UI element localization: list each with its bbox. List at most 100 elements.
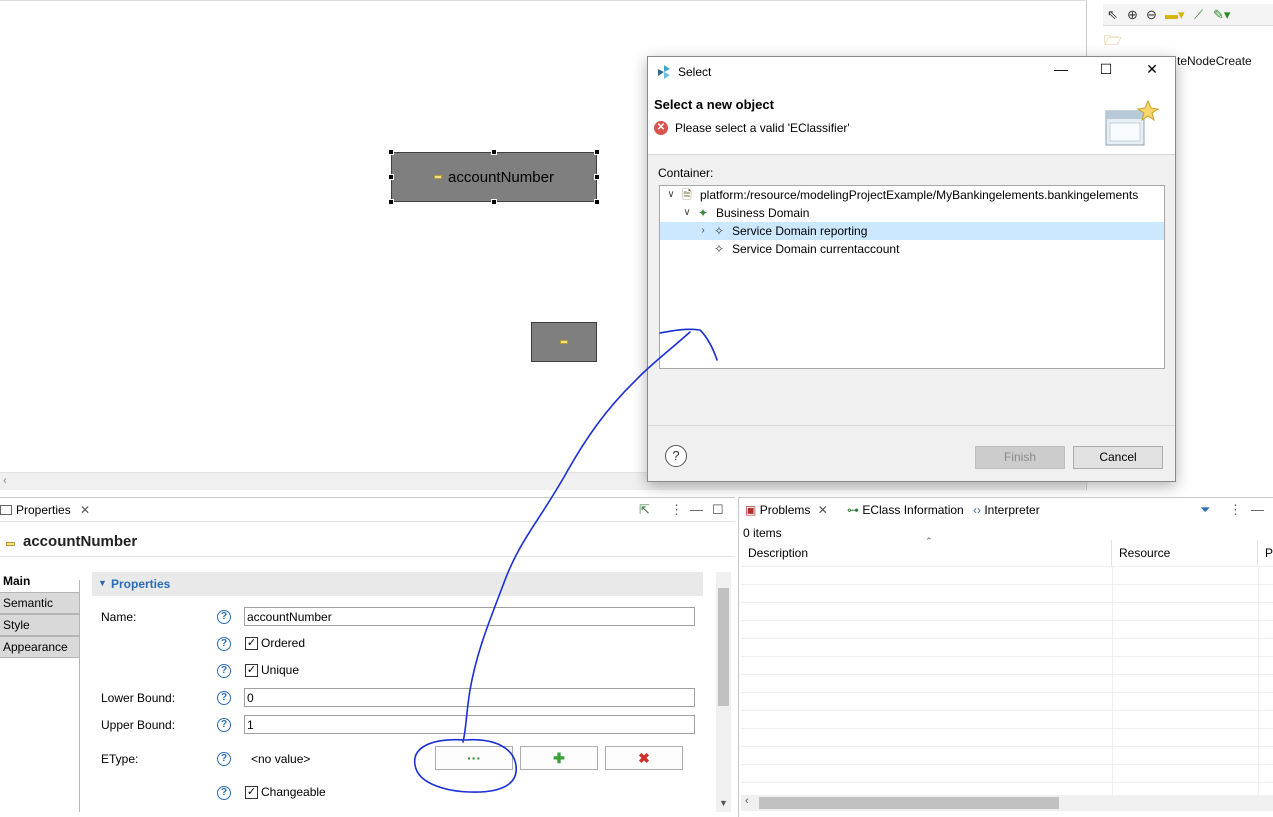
tab-semantic[interactable]: Semantic [0, 592, 80, 614]
scrollbar-thumb[interactable] [718, 588, 729, 706]
chevron-down-icon[interactable]: ∨ [665, 186, 677, 204]
collapse-icon[interactable]: ▼ [98, 578, 107, 588]
tab-problems[interactable]: ▣ Problems ✕ [745, 503, 828, 517]
remove-button[interactable]: ✖ [605, 746, 683, 770]
upper-bound-field[interactable] [244, 715, 695, 734]
resize-handle-w[interactable] [388, 174, 394, 180]
zoom-in-icon[interactable]: ⊕ [1127, 7, 1138, 23]
finish-button[interactable]: Finish [975, 446, 1065, 469]
connection-icon[interactable]: ⟋ [1194, 7, 1203, 23]
close-tab-icon[interactable]: ✕ [818, 503, 828, 517]
help-icon[interactable]: ? [665, 445, 687, 467]
add-button[interactable]: ✚ [520, 746, 598, 770]
maximize-view-icon[interactable]: ☐ [712, 502, 724, 518]
resource-file-icon: 🗎 [682, 188, 692, 202]
column-divider [1112, 566, 1113, 796]
close-tab-icon[interactable]: ✕ [80, 503, 90, 517]
column-resource[interactable]: Resource [1112, 540, 1258, 566]
etype-value: <no value> [251, 752, 311, 766]
tree-item-service-domain-reporting[interactable]: › ✧ Service Domain reporting [660, 222, 1164, 240]
ordered-checkbox[interactable]: ✓ [245, 637, 258, 650]
section-header[interactable]: ▼ Properties [92, 572, 703, 596]
problems-table[interactable]: Description ⌃ Resource Pa [741, 536, 1273, 796]
problems-view: ▣ Problems ✕ ⊶ EClass Information ‹› Int… [738, 497, 1273, 817]
minimize-view-icon[interactable]: — [1251, 502, 1264, 517]
changeable-checkbox[interactable]: ✓ [245, 786, 258, 799]
table-row [741, 782, 1273, 783]
error-icon: ✕ [654, 121, 668, 135]
view-menu-icon[interactable]: ⋮ [1229, 502, 1242, 518]
help-icon[interactable]: ? [217, 786, 231, 800]
table-row [741, 674, 1273, 675]
table-row [741, 746, 1273, 747]
palette-toolbar: ⇖ ⊕ ⊖ ▬▾ ⟋ ✎▾ [1103, 4, 1273, 26]
chevron-down-icon[interactable]: ∨ [681, 204, 693, 222]
chevron-right-icon[interactable]: › [697, 222, 709, 240]
divider [79, 580, 80, 812]
tree-item-service-domain-currentaccount[interactable]: ✧ Service Domain currentaccount [660, 240, 1164, 258]
resize-handle-ne[interactable] [594, 149, 600, 155]
cancel-button[interactable]: Cancel [1073, 446, 1163, 469]
properties-vertical-scrollbar[interactable]: ▼ [716, 572, 731, 812]
minimize-button[interactable]: — [1044, 61, 1078, 83]
view-menu-icon[interactable]: ⋮ [670, 502, 683, 518]
unique-checkbox[interactable]: ✓ [245, 664, 258, 677]
tab-appearance[interactable]: Appearance [0, 636, 80, 658]
help-icon[interactable]: ? [217, 664, 231, 678]
scroll-down-icon[interactable]: ▼ [719, 798, 728, 808]
help-icon[interactable]: ? [217, 691, 231, 705]
select-icon[interactable]: ⇖ [1107, 7, 1118, 23]
folder-icon[interactable]: 🗁 [1104, 30, 1121, 54]
select-dialog: Select — ☐ ✕ Select a new object ✕ Pleas… [647, 56, 1176, 482]
scroll-left-icon[interactable]: ‹ [745, 795, 749, 807]
table-row [741, 764, 1273, 765]
resize-handle-s[interactable] [491, 199, 497, 205]
tree-item-business-domain[interactable]: ∨ ✦ Business Domain [660, 204, 1164, 222]
palette-tool-label[interactable]: teNodeCreate [1177, 54, 1252, 68]
etype-label: EType: [101, 752, 139, 766]
table-row [741, 584, 1273, 585]
problems-horizontal-scrollbar[interactable]: ‹ [741, 795, 1273, 811]
help-icon[interactable]: ? [217, 610, 231, 624]
wizard-banner-icon [1105, 99, 1160, 146]
tab-properties[interactable]: Properties ✕ [0, 498, 96, 522]
tab-eclass-information[interactable]: ⊶ EClass Information [847, 503, 964, 517]
minimize-view-icon[interactable]: — [690, 502, 703, 517]
dialog-header: Select a new object ✕ Please select a va… [648, 87, 1175, 155]
column-path[interactable]: Pa [1258, 540, 1273, 566]
tab-style[interactable]: Style [0, 614, 80, 636]
help-icon[interactable]: ? [217, 718, 231, 732]
resize-handle-nw[interactable] [388, 149, 394, 155]
close-button[interactable]: ✕ [1135, 61, 1169, 83]
maximize-button[interactable]: ☐ [1089, 61, 1123, 83]
container-tree[interactable]: ∨ 🗎 platform:/resource/modelingProjectEx… [659, 185, 1165, 369]
help-icon[interactable]: ? [217, 752, 231, 766]
browse-button[interactable]: ··· [435, 746, 513, 770]
container-label: Container: [658, 166, 714, 180]
dialog-titlebar[interactable]: Select — ☐ ✕ [648, 57, 1175, 87]
diagram-node-small[interactable] [531, 322, 597, 362]
scrollbar-thumb[interactable] [759, 797, 1059, 809]
pin-icon[interactable]: ✎▾ [1213, 7, 1230, 23]
resize-handle-n[interactable] [491, 149, 497, 155]
name-field[interactable] [244, 607, 695, 626]
zoom-out-icon[interactable]: ⊖ [1146, 7, 1157, 23]
error-message: Please select a valid 'EClassifier' [675, 121, 850, 135]
lower-bound-field[interactable] [244, 688, 695, 707]
resize-handle-e[interactable] [594, 174, 600, 180]
filter-icon[interactable]: ⏷ [1200, 502, 1210, 518]
interpreter-icon: ‹› [973, 503, 981, 517]
resize-handle-se[interactable] [594, 199, 600, 205]
tab-main[interactable]: Main [0, 570, 80, 592]
tree-item-root[interactable]: ∨ 🗎 platform:/resource/modelingProjectEx… [660, 186, 1164, 204]
upper-bound-label: Upper Bound: [101, 718, 176, 732]
pin-view-icon[interactable]: ⇱ [639, 502, 650, 518]
table-row [741, 728, 1273, 729]
resize-handle-sw[interactable] [388, 199, 394, 205]
tab-interpreter[interactable]: ‹› Interpreter [973, 503, 1040, 517]
diagram-node-account-number[interactable]: accountNumber [391, 152, 597, 202]
table-row [741, 638, 1273, 639]
help-icon[interactable]: ? [217, 637, 231, 651]
note-icon[interactable]: ▬▾ [1165, 7, 1185, 23]
scroll-left-icon[interactable]: ‹ [3, 475, 7, 487]
